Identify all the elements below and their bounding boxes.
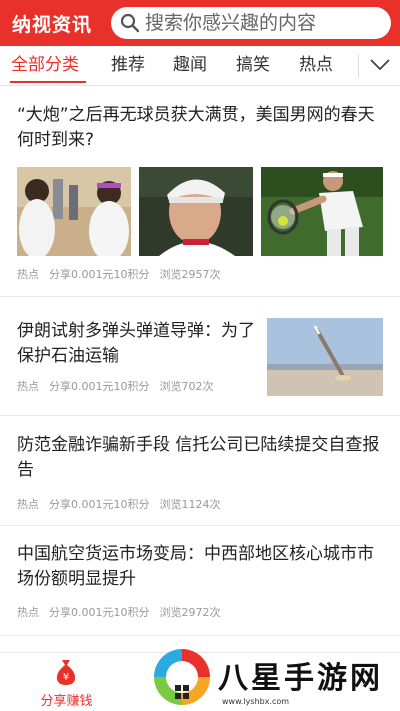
article-title[interactable]: “大炮”之后再无球员获大满贯，美国男网的春天何时到来? [17,103,387,153]
search-box[interactable] [111,7,391,39]
share-reward: 分享0.001元10积分 [49,380,150,393]
article-meta: 热点 分享0.001元10积分 浏览2972次 [17,604,231,620]
article-thumbnail[interactable] [261,167,383,256]
share-reward: 分享0.001元10积分 [49,268,150,281]
list-item[interactable]: 防范金融诈骗新手段 信托公司已陆续提交自查报告 热点 分享0.001元10积分 浏览… [0,417,400,526]
tab-hot[interactable]: 热点 [299,46,333,84]
tab-funny[interactable]: 搞笑 [236,46,270,84]
view-count: 浏览702次 [159,380,214,393]
article-thumbnail[interactable] [139,167,253,256]
share-reward: 分享0.001元10积分 [49,606,150,619]
list-item[interactable]: “大炮”之后再无球员获大满贯，美国男网的春天何时到来? 热点 分享0.001元1… [0,87,400,297]
article-title[interactable]: 伊朗试射多弹头弹道导弹：为了保护石油运输 [17,319,257,369]
category-label: 热点 [17,380,39,393]
tab-recommended[interactable]: 推荐 [111,46,145,84]
category-label: 热点 [17,268,39,281]
active-tab-indicator [10,81,86,83]
money-bag-icon: ¥ [56,660,76,685]
article-meta: 热点 分享0.001元10积分 浏览1124次 [17,496,231,512]
bottom-nav: ¥ 分享赚钱 八星手游网 www.lyshbx.com [0,649,400,711]
view-count: 浏览2972次 [159,606,221,619]
article-title[interactable]: 中国航空货运市场变局：中西部地区核心城市市场份额明显提升 [17,542,387,592]
article-meta: 热点 分享0.001元10积分 浏览702次 [17,378,224,394]
coin-symbol: ¥ [63,672,69,683]
search-input[interactable] [145,12,385,34]
watermark-text: 八星手游网 [218,661,383,696]
view-count: 浏览2957次 [159,268,221,281]
article-thumbnail[interactable] [267,318,383,396]
watermark-url: www.lyshbx.com [222,697,290,706]
app-header: 纳视资讯 [0,0,400,46]
tab-divider [358,54,359,78]
tab-fun-news[interactable]: 趣闻 [173,46,207,84]
share-reward: 分享0.001元10积分 [49,498,150,511]
list-item[interactable]: 伊朗试射多弹头弹道导弹：为了保护石油运输 热点 分享0.001元10积分 浏览702… [0,298,400,416]
category-label: 热点 [17,498,39,511]
article-meta: 热点 分享0.001元10积分 浏览2957次 [17,266,231,282]
chevron-down-icon [370,59,390,71]
list-item[interactable]: 中国航空货运市场变局：中西部地区核心城市市场份额明显提升 热点 分享0.001元1… [0,527,400,636]
view-count: 浏览1124次 [159,498,221,511]
search-icon[interactable] [119,12,141,34]
nav-share-earn[interactable]: ¥ 分享赚钱 [0,653,133,711]
article-thumbnail[interactable] [17,167,131,256]
nav-share-earn-label: 分享赚钱 [40,694,93,709]
watermark-logo-icon [154,649,210,705]
category-tabs: 全部分类 推荐 趣闻 搞笑 热点 [0,46,400,86]
category-label: 热点 [17,606,39,619]
expand-tabs-button[interactable] [364,50,396,80]
tab-all-categories[interactable]: 全部分类 [11,46,79,84]
article-title[interactable]: 防范金融诈骗新手段 信托公司已陆续提交自查报告 [17,433,387,483]
app-title: 纳视资讯 [12,13,93,36]
